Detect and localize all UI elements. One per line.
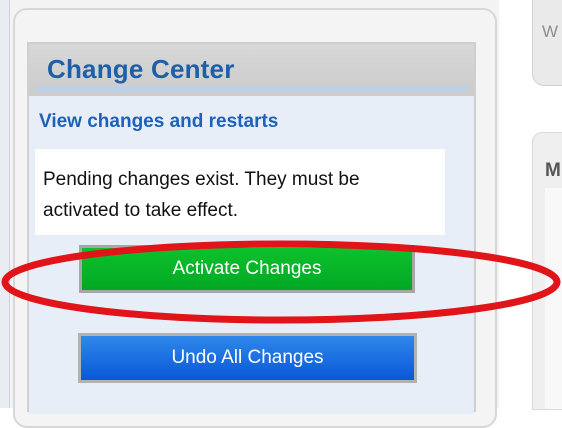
panel-body: View changes and restarts Pending change… <box>29 96 474 414</box>
right-card-top: W <box>532 0 562 86</box>
pending-changes-message: Pending changes exist. They must be acti… <box>35 149 445 235</box>
pending-changes-text: Pending changes exist. They must be acti… <box>43 169 360 221</box>
left-edge-strip <box>0 0 10 408</box>
undo-all-changes-button[interactable]: Undo All Changes <box>78 333 417 383</box>
change-center-panel: Change Center View changes and restarts … <box>27 42 476 414</box>
right-card-middle-text: M <box>545 160 561 181</box>
right-card-top-text: W <box>542 22 559 41</box>
panel-header: Change Center <box>29 44 474 96</box>
right-card-middle: M <box>532 132 562 410</box>
view-changes-link[interactable]: View changes and restarts <box>39 111 278 133</box>
header-accent-strip <box>37 86 467 92</box>
activate-changes-button[interactable]: Activate Changes <box>79 245 415 293</box>
right-card-inner-area <box>545 188 562 409</box>
change-center-title: Change Center <box>47 54 235 84</box>
